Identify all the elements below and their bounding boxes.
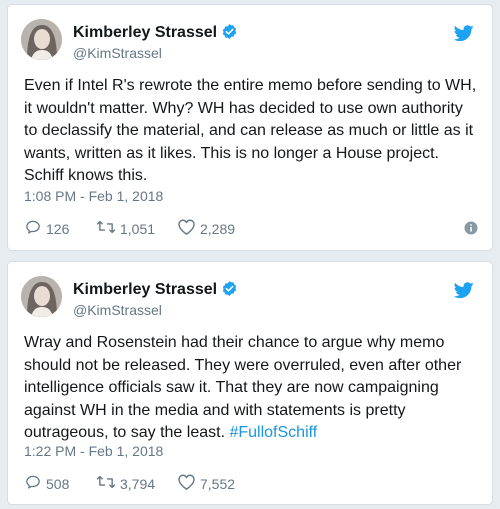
verified-badge-icon <box>221 280 238 302</box>
twitter-bird-icon[interactable] <box>453 282 474 304</box>
author-handle[interactable]: @KimStrassel <box>73 302 162 318</box>
timestamp[interactable]: 1:08 PM - Feb 1, 2018 <box>24 188 163 204</box>
author-name[interactable]: Kimberley Strassel <box>73 280 238 302</box>
avatar[interactable] <box>21 19 62 60</box>
like-button[interactable]: 7,552 <box>177 473 235 494</box>
reply-count: 126 <box>46 220 70 237</box>
avatar[interactable] <box>21 276 62 317</box>
verified-badge-icon <box>221 23 238 45</box>
reply-button[interactable]: 126 <box>24 218 69 239</box>
like-button[interactable]: 2,289 <box>177 218 235 239</box>
retweet-icon <box>96 218 120 239</box>
author-name[interactable]: Kimberley Strassel <box>73 23 238 45</box>
retweet-count: 1,051 <box>120 220 156 237</box>
reply-count: 508 <box>46 475 70 492</box>
like-icon <box>177 473 200 494</box>
twitter-bird-icon[interactable] <box>453 25 474 47</box>
retweet-button[interactable]: 3,794 <box>96 473 155 494</box>
reply-icon <box>24 473 46 494</box>
tweet-card[interactable]: Kimberley Strassel @KimStrassel Even if … <box>7 4 493 251</box>
retweet-count: 3,794 <box>120 475 156 492</box>
tweet-actions: 126 1,051 2,289 <box>24 218 478 240</box>
reply-icon <box>24 218 46 239</box>
info-icon[interactable] <box>464 221 478 240</box>
timestamp[interactable]: 1:22 PM - Feb 1, 2018 <box>24 443 163 459</box>
retweet-button[interactable]: 1,051 <box>96 218 155 239</box>
reply-button[interactable]: 508 <box>24 473 69 494</box>
like-count: 2,289 <box>200 220 236 237</box>
hashtag-link[interactable]: #FullofSchiff <box>229 424 317 441</box>
author-handle[interactable]: @KimStrassel <box>73 45 162 61</box>
like-icon <box>177 218 200 239</box>
tweet-text: Even if Intel R's rewrote the entire mem… <box>24 77 477 184</box>
tweet-text: Wray and Rosenstein had their chance to … <box>24 334 462 441</box>
tweet-actions: 508 3,794 7,552 <box>24 473 478 495</box>
tweet-card[interactable]: Kimberley Strassel @KimStrassel Wray and… <box>7 261 493 505</box>
like-count: 7,552 <box>200 475 236 492</box>
retweet-icon <box>96 473 120 494</box>
